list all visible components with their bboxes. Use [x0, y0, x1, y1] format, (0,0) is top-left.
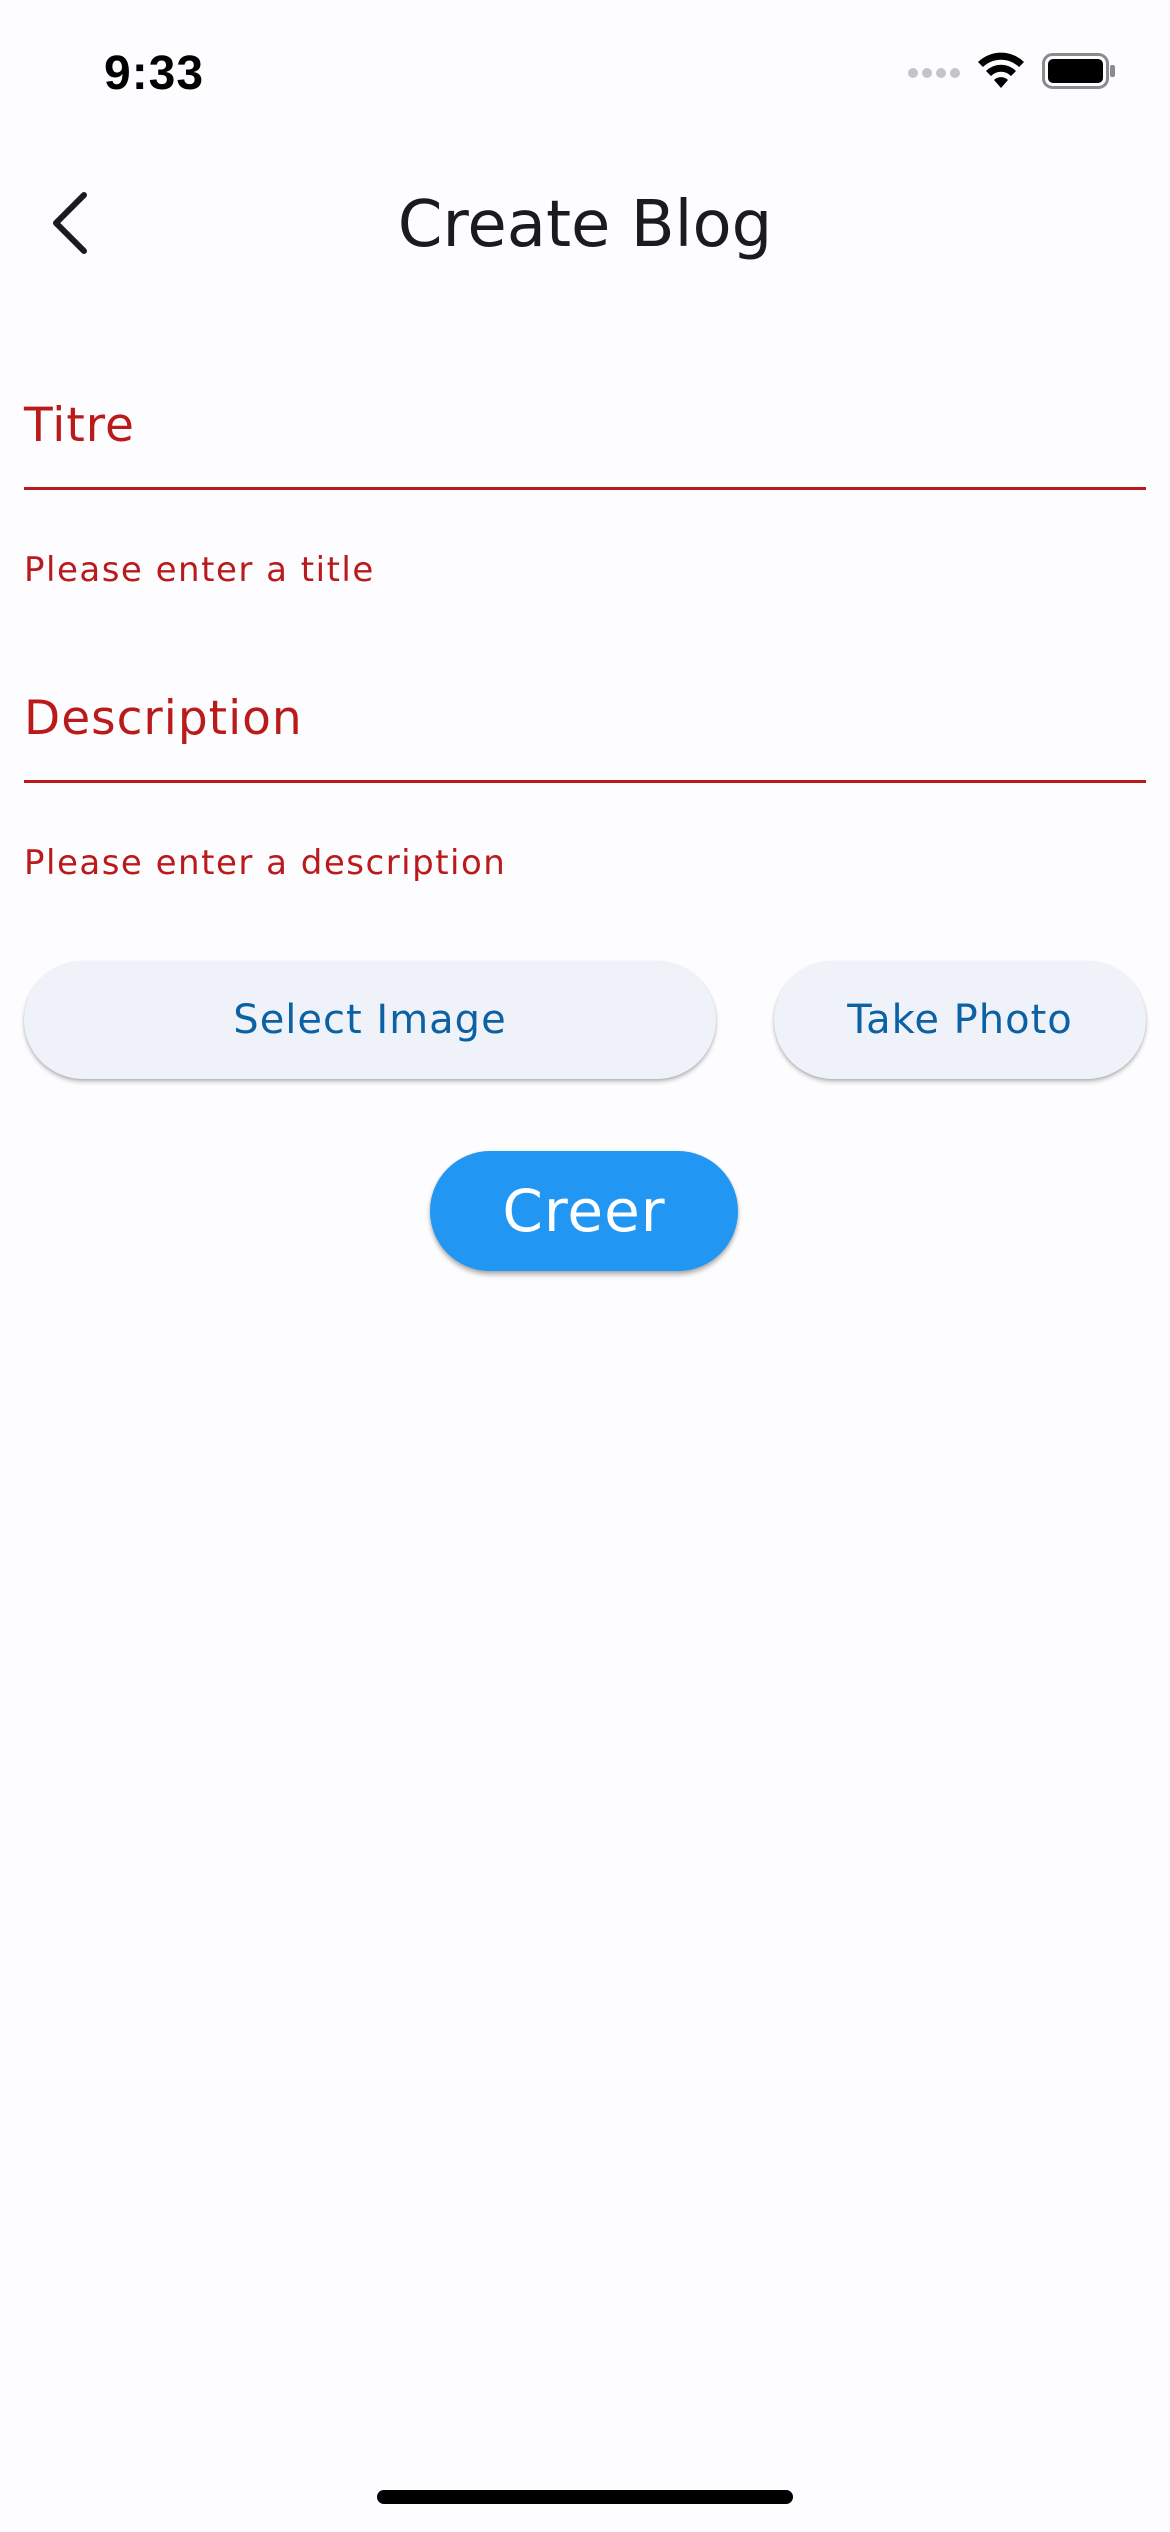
home-indicator: [377, 2490, 793, 2504]
status-bar: 9:33: [0, 0, 1170, 150]
status-time: 9:33: [104, 47, 205, 100]
title-input[interactable]: [24, 390, 1146, 490]
title-field: Titre Please enter a title: [24, 390, 1146, 610]
wifi-icon: [976, 52, 1026, 94]
app-bar: Create Blog: [0, 150, 1170, 300]
title-error-text: Please enter a title: [24, 550, 375, 590]
description-field: Description Please enter a description: [24, 683, 1146, 903]
page-title: Create Blog: [397, 188, 773, 262]
select-image-button[interactable]: Select Image: [24, 961, 716, 1079]
create-button[interactable]: Creer: [430, 1151, 738, 1271]
description-input[interactable]: [24, 683, 1146, 783]
battery-icon: [1042, 53, 1116, 93]
take-photo-button[interactable]: Take Photo: [774, 961, 1146, 1079]
cellular-signal-icon: [908, 64, 960, 83]
status-icons: [908, 52, 1116, 94]
description-error-text: Please enter a description: [24, 843, 507, 883]
